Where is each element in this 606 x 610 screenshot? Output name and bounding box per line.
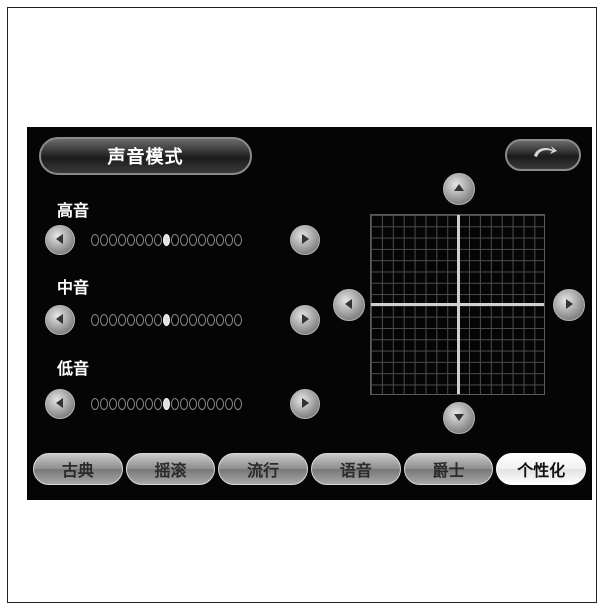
- preset-label: 爵士: [432, 461, 465, 480]
- preset-label: 摇滚: [154, 461, 187, 480]
- slider-step: [216, 398, 224, 410]
- slider-step: [198, 234, 206, 246]
- slider-step: [189, 398, 197, 410]
- bass-label: 低音: [57, 359, 90, 378]
- slider-step: [171, 314, 179, 326]
- sound-mode-screen: 声音模式 高音 中音 低音 古典 摇滚 流行 语音 爵士 个性化: [27, 127, 592, 500]
- slider-step: [207, 314, 215, 326]
- mid-decrease-button[interactable]: [45, 305, 75, 335]
- slider-step: [154, 314, 162, 326]
- slider-step: [154, 398, 162, 410]
- balance-fader-grid[interactable]: [370, 214, 545, 395]
- slider-step: [100, 234, 108, 246]
- arrow-left-icon: [53, 395, 67, 414]
- bass-slider[interactable]: [91, 397, 242, 411]
- screen-title-text: 声音模式: [107, 147, 184, 168]
- slider-step: [207, 398, 215, 410]
- arrow-left-icon: [53, 311, 67, 330]
- arrow-right-icon: [298, 231, 312, 250]
- bass-increase-button[interactable]: [290, 389, 320, 419]
- fader-rear-button[interactable]: [443, 402, 475, 434]
- slider-step: [109, 398, 117, 410]
- slider-step: [91, 398, 99, 410]
- slider-step: [127, 314, 135, 326]
- preset-jazz-button[interactable]: 爵士: [403, 453, 494, 485]
- slider-step: [198, 398, 206, 410]
- slider-step: [216, 314, 224, 326]
- balance-right-button[interactable]: [553, 289, 585, 321]
- treble-slider[interactable]: [91, 233, 242, 247]
- slider-step: [118, 398, 126, 410]
- arrow-right-icon: [298, 395, 312, 414]
- slider-step: [127, 234, 135, 246]
- slider-step: [91, 234, 99, 246]
- slider-step: [180, 234, 188, 246]
- arrow-down-icon: [452, 409, 466, 428]
- treble-label: 高音: [57, 201, 90, 220]
- slider-step: [180, 398, 188, 410]
- arrow-right-icon: [562, 296, 576, 315]
- slider-step: [145, 234, 153, 246]
- slider-step: [118, 234, 126, 246]
- slider-step: [198, 314, 206, 326]
- slider-step: [100, 398, 108, 410]
- slider-thumb: [163, 234, 170, 246]
- slider-step: [154, 234, 162, 246]
- preset-classical-button[interactable]: 古典: [33, 453, 123, 485]
- arrow-right-icon: [298, 311, 312, 330]
- slider-step: [109, 314, 117, 326]
- preset-label: 个性化: [517, 461, 566, 480]
- return-arrow-icon: [526, 142, 560, 168]
- mid-increase-button[interactable]: [290, 305, 320, 335]
- mid-label: 中音: [57, 278, 90, 297]
- preset-label: 语音: [339, 461, 372, 480]
- slider-step: [216, 234, 224, 246]
- slider-step: [118, 314, 126, 326]
- slider-step: [136, 234, 144, 246]
- preset-custom-button[interactable]: 个性化: [496, 453, 587, 485]
- slider-step: [225, 314, 233, 326]
- balance-axis: [371, 303, 544, 306]
- screen-title: 声音模式: [39, 137, 252, 175]
- fader-front-button[interactable]: [443, 173, 475, 205]
- slider-step: [171, 398, 179, 410]
- balance-left-button[interactable]: [333, 289, 365, 321]
- preset-pop-button[interactable]: 流行: [218, 453, 309, 485]
- slider-step: [145, 314, 153, 326]
- slider-step: [91, 314, 99, 326]
- slider-step: [109, 234, 117, 246]
- slider-step: [225, 398, 233, 410]
- treble-increase-button[interactable]: [290, 225, 320, 255]
- slider-step: [145, 398, 153, 410]
- arrow-left-icon: [342, 296, 356, 315]
- slider-step: [225, 234, 233, 246]
- slider-step: [136, 398, 144, 410]
- slider-step: [171, 234, 179, 246]
- mid-slider[interactable]: [91, 313, 242, 327]
- bass-decrease-button[interactable]: [45, 389, 75, 419]
- slider-step: [189, 314, 197, 326]
- back-button[interactable]: [505, 139, 581, 171]
- slider-step: [234, 234, 242, 246]
- slider-step: [207, 234, 215, 246]
- slider-step: [136, 314, 144, 326]
- arrow-up-icon: [452, 180, 466, 199]
- slider-step: [127, 398, 135, 410]
- slider-step: [234, 314, 242, 326]
- treble-decrease-button[interactable]: [45, 225, 75, 255]
- preset-label: 流行: [247, 461, 280, 480]
- slider-step: [180, 314, 188, 326]
- preset-speech-button[interactable]: 语音: [311, 453, 401, 485]
- preset-rock-button[interactable]: 摇滚: [125, 453, 216, 485]
- slider-step: [189, 234, 197, 246]
- slider-step: [100, 314, 108, 326]
- preset-label: 古典: [61, 461, 94, 480]
- arrow-left-icon: [53, 231, 67, 250]
- preset-bar: 古典 摇滚 流行 语音 爵士 个性化: [33, 453, 587, 487]
- slider-step: [234, 398, 242, 410]
- slider-thumb: [163, 398, 170, 410]
- slider-thumb: [163, 314, 170, 326]
